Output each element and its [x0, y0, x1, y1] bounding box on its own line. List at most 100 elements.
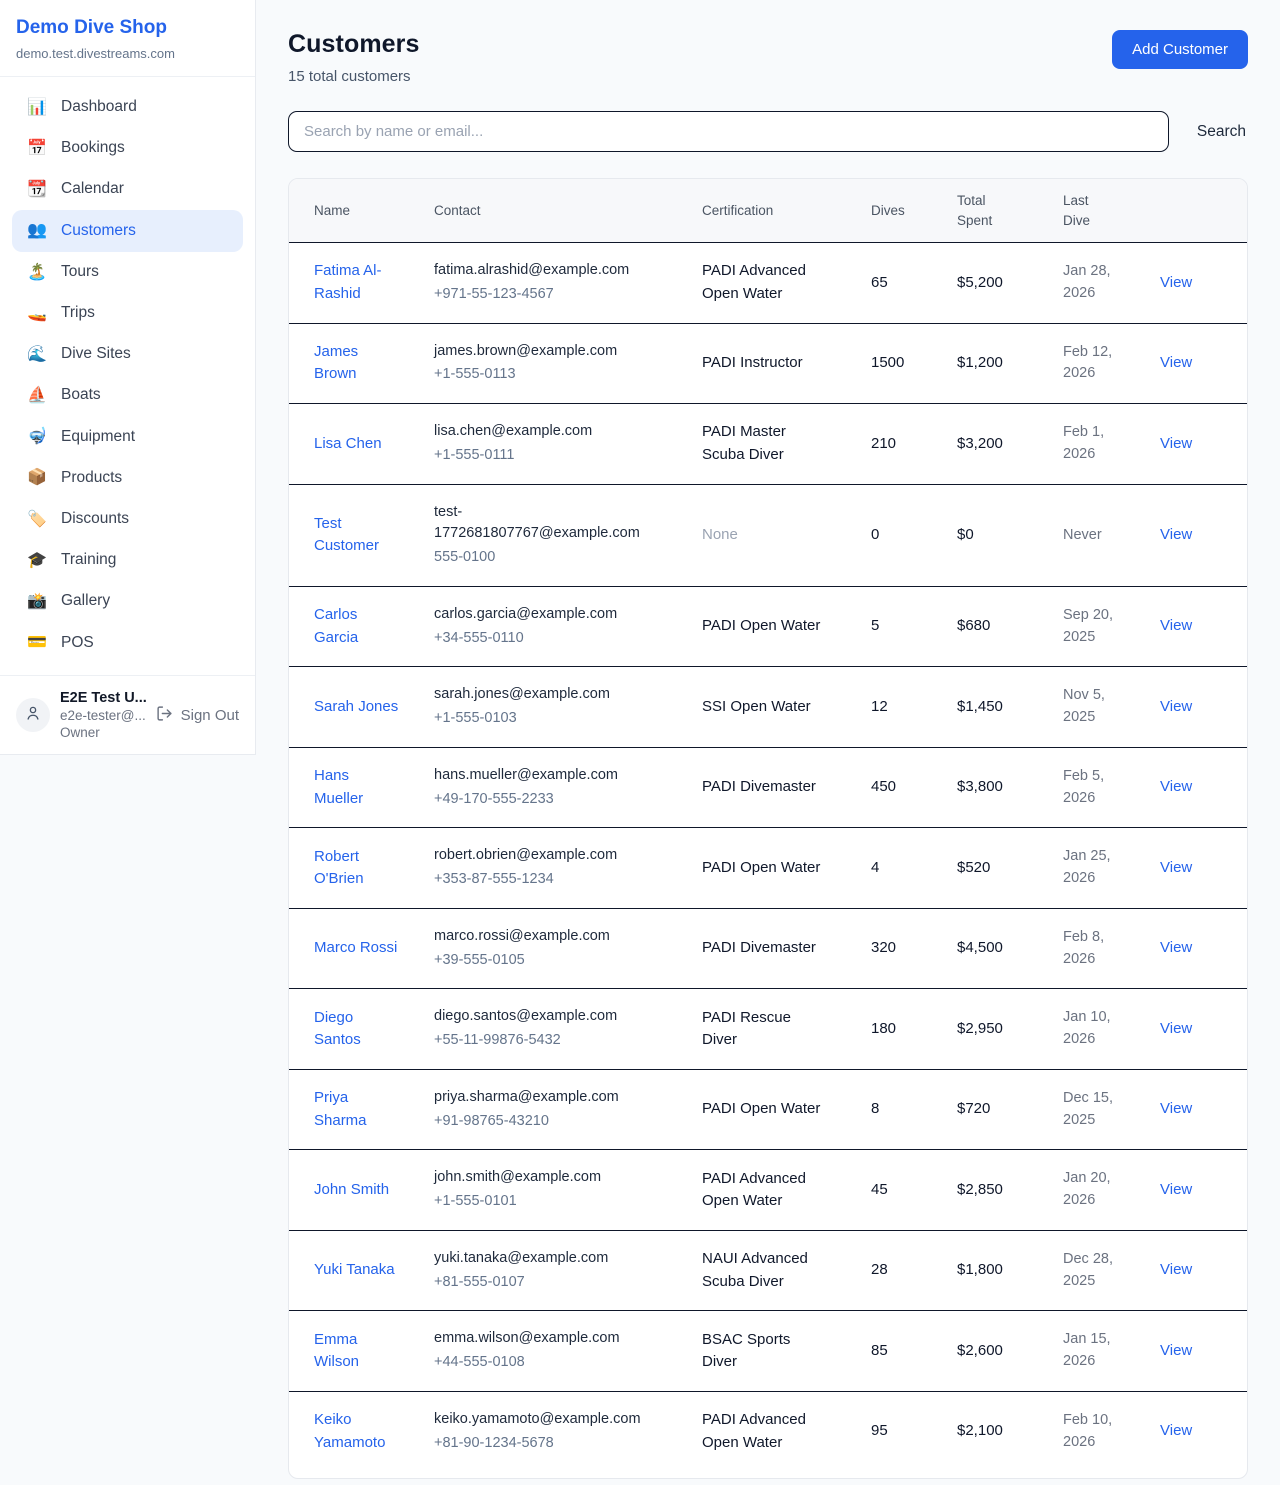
table-row: Marco Rossi marco.rossi@example.com +39-…	[289, 908, 1247, 989]
customer-dives: 8	[871, 1069, 957, 1150]
sidebar-item-discounts[interactable]: 🏷️ Discounts	[12, 499, 243, 540]
view-customer-link[interactable]: View	[1160, 1181, 1192, 1198]
customer-name-link[interactable]: John Smith	[314, 1179, 389, 1202]
add-customer-button[interactable]: Add Customer	[1112, 30, 1248, 69]
column-header-total-spent: Total Spent	[957, 179, 1063, 243]
table-row: James Brown james.brown@example.com +1-5…	[289, 323, 1247, 404]
customer-last-dive: Sep 20, 2025	[1063, 605, 1121, 649]
customer-email: hans.mueller@example.com	[434, 765, 646, 787]
customer-phone: +1-555-0103	[434, 708, 678, 730]
customer-phone: +1-555-0113	[434, 364, 678, 386]
view-customer-link[interactable]: View	[1160, 354, 1192, 371]
user-role: Owner	[60, 725, 146, 740]
column-header-last-dive: Last Dive	[1063, 179, 1160, 243]
column-header-contact: Contact	[434, 179, 702, 243]
view-customer-link[interactable]: View	[1160, 1422, 1192, 1439]
view-customer-link[interactable]: View	[1160, 778, 1192, 795]
view-customer-link[interactable]: View	[1160, 526, 1192, 543]
customer-name-link[interactable]: Fatima Al-Rashid	[314, 260, 402, 305]
customer-phone: +49-170-555-2233	[434, 789, 678, 811]
customer-last-dive: Feb 12, 2026	[1063, 342, 1121, 386]
customer-name-link[interactable]: Marco Rossi	[314, 937, 397, 960]
customer-last-dive: Feb 1, 2026	[1063, 422, 1121, 466]
customer-name-link[interactable]: Test Customer	[314, 513, 402, 558]
sidebar-item-bookings[interactable]: 📅 Bookings	[12, 128, 243, 169]
customer-name-link[interactable]: Keiko Yamamoto	[314, 1409, 402, 1454]
sidebar-item-training[interactable]: 🎓 Training	[12, 540, 243, 581]
sidebar-item-products[interactable]: 📦 Products	[12, 457, 243, 498]
table-row: Sarah Jones sarah.jones@example.com +1-5…	[289, 667, 1247, 748]
sidebar-item-label: Training	[61, 551, 116, 570]
customer-name-link[interactable]: Sarah Jones	[314, 696, 398, 719]
customer-name-link[interactable]: Carlos Garcia	[314, 604, 402, 649]
user-box: E2E Test U... e2e-tester@... Owner Sign …	[0, 675, 255, 754]
person-icon	[24, 704, 42, 727]
customer-certification: PADI Open Water	[702, 1098, 820, 1121]
sidebar-item-label: Tours	[61, 263, 99, 282]
customer-total-spent: $2,950	[957, 989, 1063, 1070]
view-customer-link[interactable]: View	[1160, 1342, 1192, 1359]
customer-certification: PADI Advanced Open Water	[702, 260, 824, 305]
search-input[interactable]	[288, 111, 1169, 152]
customer-email: sarah.jones@example.com	[434, 684, 646, 706]
sidebar-item-dive-sites[interactable]: 🌊 Dive Sites	[12, 334, 243, 375]
customer-email: carlos.garcia@example.com	[434, 604, 646, 626]
customer-certification: PADI Rescue Diver	[702, 1007, 824, 1052]
customer-dives: 4	[871, 828, 957, 909]
view-customer-link[interactable]: View	[1160, 939, 1192, 956]
table-row: Priya Sharma priya.sharma@example.com +9…	[289, 1069, 1247, 1150]
table-row: Robert O'Brien robert.obrien@example.com…	[289, 828, 1247, 909]
sidebar-item-boats[interactable]: ⛵ Boats	[12, 375, 243, 416]
sidebar-item-equipment[interactable]: 🤿 Equipment	[12, 416, 243, 457]
customer-name-link[interactable]: James Brown	[314, 341, 402, 386]
brand-domain: demo.test.divestreams.com	[16, 46, 239, 61]
view-customer-link[interactable]: View	[1160, 274, 1192, 291]
table-row: John Smith john.smith@example.com +1-555…	[289, 1150, 1247, 1231]
sidebar-item-customers[interactable]: 👥 Customers	[12, 210, 243, 251]
view-customer-link[interactable]: View	[1160, 435, 1192, 452]
customer-last-dive: Dec 15, 2025	[1063, 1088, 1121, 1132]
customer-name-link[interactable]: Hans Mueller	[314, 765, 402, 810]
customer-email: diego.santos@example.com	[434, 1006, 646, 1028]
page-header: Customers 15 total customers Add Custome…	[288, 30, 1248, 85]
sidebar-item-calendar[interactable]: 📆 Calendar	[12, 169, 243, 210]
sign-out-label: Sign Out	[181, 707, 239, 724]
customer-certification: PADI Divemaster	[702, 776, 816, 799]
customer-last-dive: Jan 10, 2026	[1063, 1007, 1121, 1051]
customers-table: Name Contact Certification Dives Total S…	[289, 179, 1247, 1471]
customer-name-link[interactable]: Emma Wilson	[314, 1329, 402, 1374]
customer-total-spent: $1,800	[957, 1230, 1063, 1311]
customer-total-spent: $2,100	[957, 1391, 1063, 1471]
view-customer-link[interactable]: View	[1160, 698, 1192, 715]
sidebar-item-label: Trips	[61, 304, 95, 323]
customer-phone: +1-555-0111	[434, 445, 678, 467]
customer-dives: 210	[871, 404, 957, 485]
sidebar-item-dashboard[interactable]: 📊 Dashboard	[12, 87, 243, 128]
view-customer-link[interactable]: View	[1160, 1020, 1192, 1037]
view-customer-link[interactable]: View	[1160, 859, 1192, 876]
customer-name-link[interactable]: Yuki Tanaka	[314, 1259, 395, 1282]
sign-out-button[interactable]: Sign Out	[156, 705, 239, 726]
customer-certification: PADI Instructor	[702, 352, 803, 375]
view-customer-link[interactable]: View	[1160, 1261, 1192, 1278]
sidebar-item-tours[interactable]: 🏝️ Tours	[12, 252, 243, 293]
view-customer-link[interactable]: View	[1160, 1100, 1192, 1117]
customer-dives: 0	[871, 484, 957, 586]
search-button[interactable]: Search	[1195, 123, 1248, 141]
view-customer-link[interactable]: View	[1160, 617, 1192, 634]
sidebar-item-trips[interactable]: 🚤 Trips	[12, 293, 243, 334]
customer-last-dive: Jan 28, 2026	[1063, 261, 1121, 305]
main-content: Customers 15 total customers Add Custome…	[256, 0, 1280, 1479]
sidebar-item-pos[interactable]: 💳 POS	[12, 622, 243, 663]
customer-phone: +81-90-1234-5678	[434, 1433, 678, 1455]
customer-name-link[interactable]: Lisa Chen	[314, 433, 382, 456]
user-name: E2E Test U...	[60, 690, 146, 706]
sidebar-item-gallery[interactable]: 📸 Gallery	[12, 581, 243, 622]
table-row: Test Customer test-1772681807767@example…	[289, 484, 1247, 586]
customer-name-link[interactable]: Priya Sharma	[314, 1087, 402, 1132]
customer-last-dive: Feb 8, 2026	[1063, 927, 1121, 971]
table-header-row: Name Contact Certification Dives Total S…	[289, 179, 1247, 243]
customer-name-link[interactable]: Robert O'Brien	[314, 846, 402, 891]
customer-email: keiko.yamamoto@example.com	[434, 1409, 646, 1431]
customer-name-link[interactable]: Diego Santos	[314, 1007, 402, 1052]
